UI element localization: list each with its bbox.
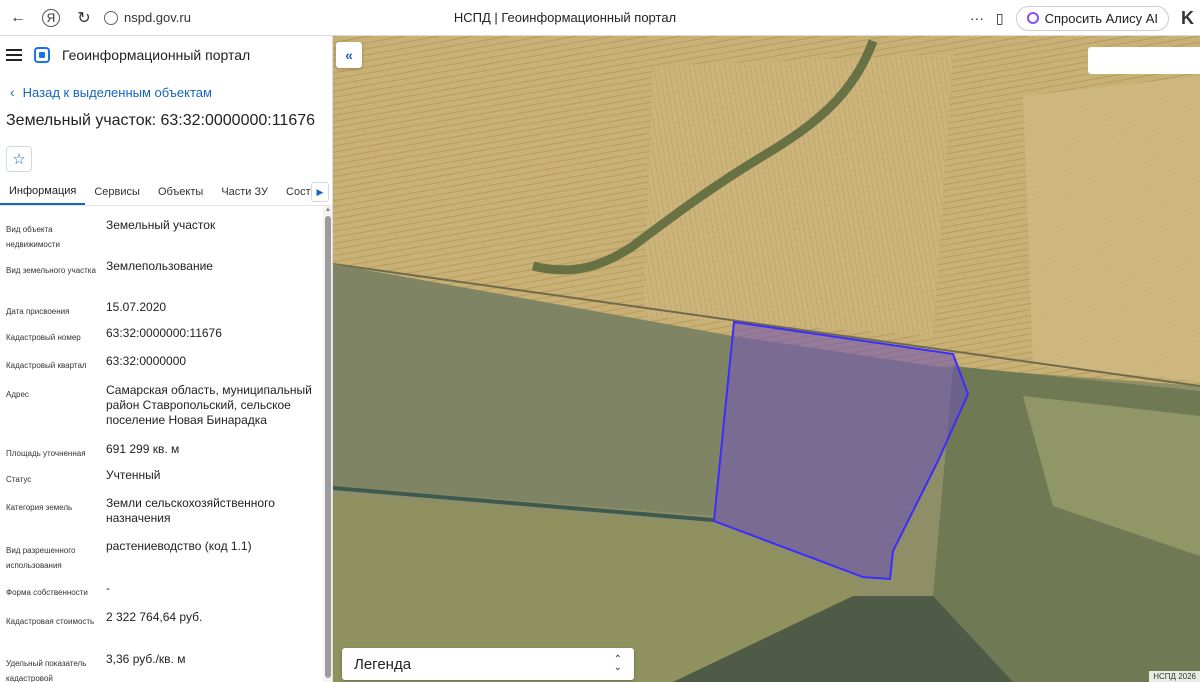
- panel-scrollbar[interactable]: ▲: [323, 206, 332, 682]
- attribute-key: Форма собственности: [6, 588, 88, 597]
- portal-logo-icon: [34, 47, 50, 63]
- attribute-value: Самарская область, муниципальный район С…: [106, 383, 312, 427]
- map-copyright: НСПД 2026: [1149, 671, 1200, 682]
- attribute-row: Дата присвоения 15.07.2020: [0, 300, 322, 319]
- map-search-input[interactable]: [1088, 47, 1200, 74]
- object-title: Земельный участок: 63:32:0000000:11676: [6, 112, 316, 129]
- attribute-value: Землепользование: [106, 259, 213, 273]
- field-upper-right: [1023, 76, 1200, 381]
- attribute-key: Статус: [6, 475, 32, 484]
- panel-header: Геоинформационный портал: [0, 36, 332, 74]
- attribute-value: 15.07.2020: [106, 300, 167, 314]
- favorite-button[interactable]: ☆: [6, 146, 32, 172]
- tab-parcel-parts[interactable]: Части ЗУ: [212, 178, 277, 205]
- map-view[interactable]: « Легенда ⌃ ⌄ НСПД 2026: [333, 36, 1200, 682]
- attribute-row: Вид объекта недвижимости Земельный участ…: [0, 218, 322, 252]
- info-tabs: Информация Сервисы Объекты Части ЗУ Сост…: [0, 178, 332, 206]
- attribute-row: Вид земельного участка Землепользование: [0, 259, 322, 278]
- menu-icon[interactable]: [6, 49, 22, 61]
- attribute-value: 691 299 кв. м: [106, 442, 180, 456]
- collapse-panel-button[interactable]: «: [336, 42, 362, 68]
- attribute-row: Удельный показатель кадастровой 3,36 руб…: [0, 652, 322, 682]
- attribute-key: Удельный показатель кадастровой: [6, 659, 87, 682]
- attribute-key: Площадь уточненная: [6, 449, 86, 458]
- attribute-key: Адрес: [6, 390, 29, 399]
- reload-icon[interactable]: ↻: [72, 6, 96, 30]
- scrollbar-thumb[interactable]: [325, 216, 331, 678]
- alice-icon: [1026, 12, 1039, 24]
- attribute-key: Кадастровый квартал: [6, 361, 87, 370]
- ask-alice-button[interactable]: Спросить Алису AI: [1015, 5, 1169, 31]
- legend-label: Легенда: [354, 655, 412, 673]
- attribute-value: -: [106, 581, 110, 595]
- attribute-value: 63:32:0000000: [106, 354, 187, 368]
- attribute-key: Дата присвоения: [6, 307, 70, 316]
- alice-label: Спросить Алису AI: [1044, 10, 1158, 26]
- field-upper-center: [643, 54, 953, 336]
- attribute-row: Форма собственности -: [0, 581, 322, 600]
- chevron-left-icon: ‹: [10, 84, 15, 100]
- attribute-key: Кадастровый номер: [6, 333, 81, 342]
- extension-icon[interactable]: K: [1181, 8, 1194, 29]
- attribute-row: Кадастровая стоимость 2 322 764,64 руб.: [0, 610, 322, 629]
- tab-objects[interactable]: Объекты: [149, 178, 212, 205]
- attribute-value: Земельный участок: [106, 218, 216, 232]
- attribute-key: Вид разрешенного использования: [6, 546, 76, 570]
- attribute-value: Земли сельскохозяйственного назначения: [106, 496, 275, 525]
- url-text: nspd.gov.ru: [124, 10, 191, 25]
- tab-information[interactable]: Информация: [0, 178, 86, 205]
- attribute-key: Вид объекта недвижимости: [6, 225, 60, 249]
- attribute-value: 2 322 764,64 руб.: [106, 610, 203, 624]
- attribute-row: Статус Учтенный: [0, 468, 322, 487]
- chevron-updown-icon: ⌃ ⌄: [613, 654, 622, 673]
- attribute-value: 63:32:0000000:11676: [106, 326, 222, 340]
- attribute-value: растениеводство (код 1.1): [106, 539, 252, 553]
- attribute-row: Площадь уточненная 691 299 кв. м: [0, 442, 322, 461]
- portal-title: Геоинформационный портал: [62, 47, 251, 63]
- more-icon[interactable]: ···: [970, 10, 984, 26]
- browser-toolbar: ← Я ↻ nspd.gov.ru НСПД | Геоинформационн…: [0, 0, 1200, 36]
- attribute-row: Категория земель Земли сельскохозяйствен…: [0, 496, 322, 526]
- attribute-row: Кадастровый номер 63:32:0000000:11676: [0, 326, 322, 345]
- attribute-key: Кадастровая стоимость: [6, 617, 95, 626]
- star-icon: ☆: [12, 151, 26, 168]
- attribute-row: Кадастровый квартал 63:32:0000000: [0, 354, 322, 373]
- attribute-value: 3,36 руб./кв. м: [106, 652, 186, 666]
- satellite-map[interactable]: [333, 36, 1200, 682]
- legend-dropdown[interactable]: Легенда ⌃ ⌄: [342, 648, 634, 680]
- back-to-selected-link[interactable]: ‹ Назад к выделенным объектам: [10, 84, 332, 100]
- double-chevron-left-icon: «: [345, 47, 353, 63]
- attribute-key: Вид земельного участка: [6, 266, 96, 275]
- bookmark-icon[interactable]: ▯: [996, 10, 1004, 27]
- attribute-value: Учтенный: [106, 468, 161, 482]
- attribute-row: Адрес Самарская область, муниципальный р…: [0, 383, 322, 428]
- scroll-up-icon[interactable]: ▲: [325, 207, 331, 213]
- yandex-icon[interactable]: Я: [42, 8, 60, 27]
- back-arrow-icon[interactable]: ←: [6, 6, 30, 30]
- tab-services[interactable]: Сервисы: [85, 178, 149, 205]
- attribute-row: Вид разрешенного использования растениев…: [0, 539, 322, 573]
- attribute-key: Категория земель: [6, 503, 73, 512]
- back-link-label: Назад к выделенным объектам: [22, 84, 212, 100]
- tabs-scroll-right-button[interactable]: ▶: [311, 182, 329, 202]
- site-info-icon[interactable]: [104, 10, 118, 25]
- object-info-panel: Геоинформационный портал ‹ Назад к выдел…: [0, 36, 333, 682]
- address-bar[interactable]: nspd.gov.ru: [104, 10, 191, 25]
